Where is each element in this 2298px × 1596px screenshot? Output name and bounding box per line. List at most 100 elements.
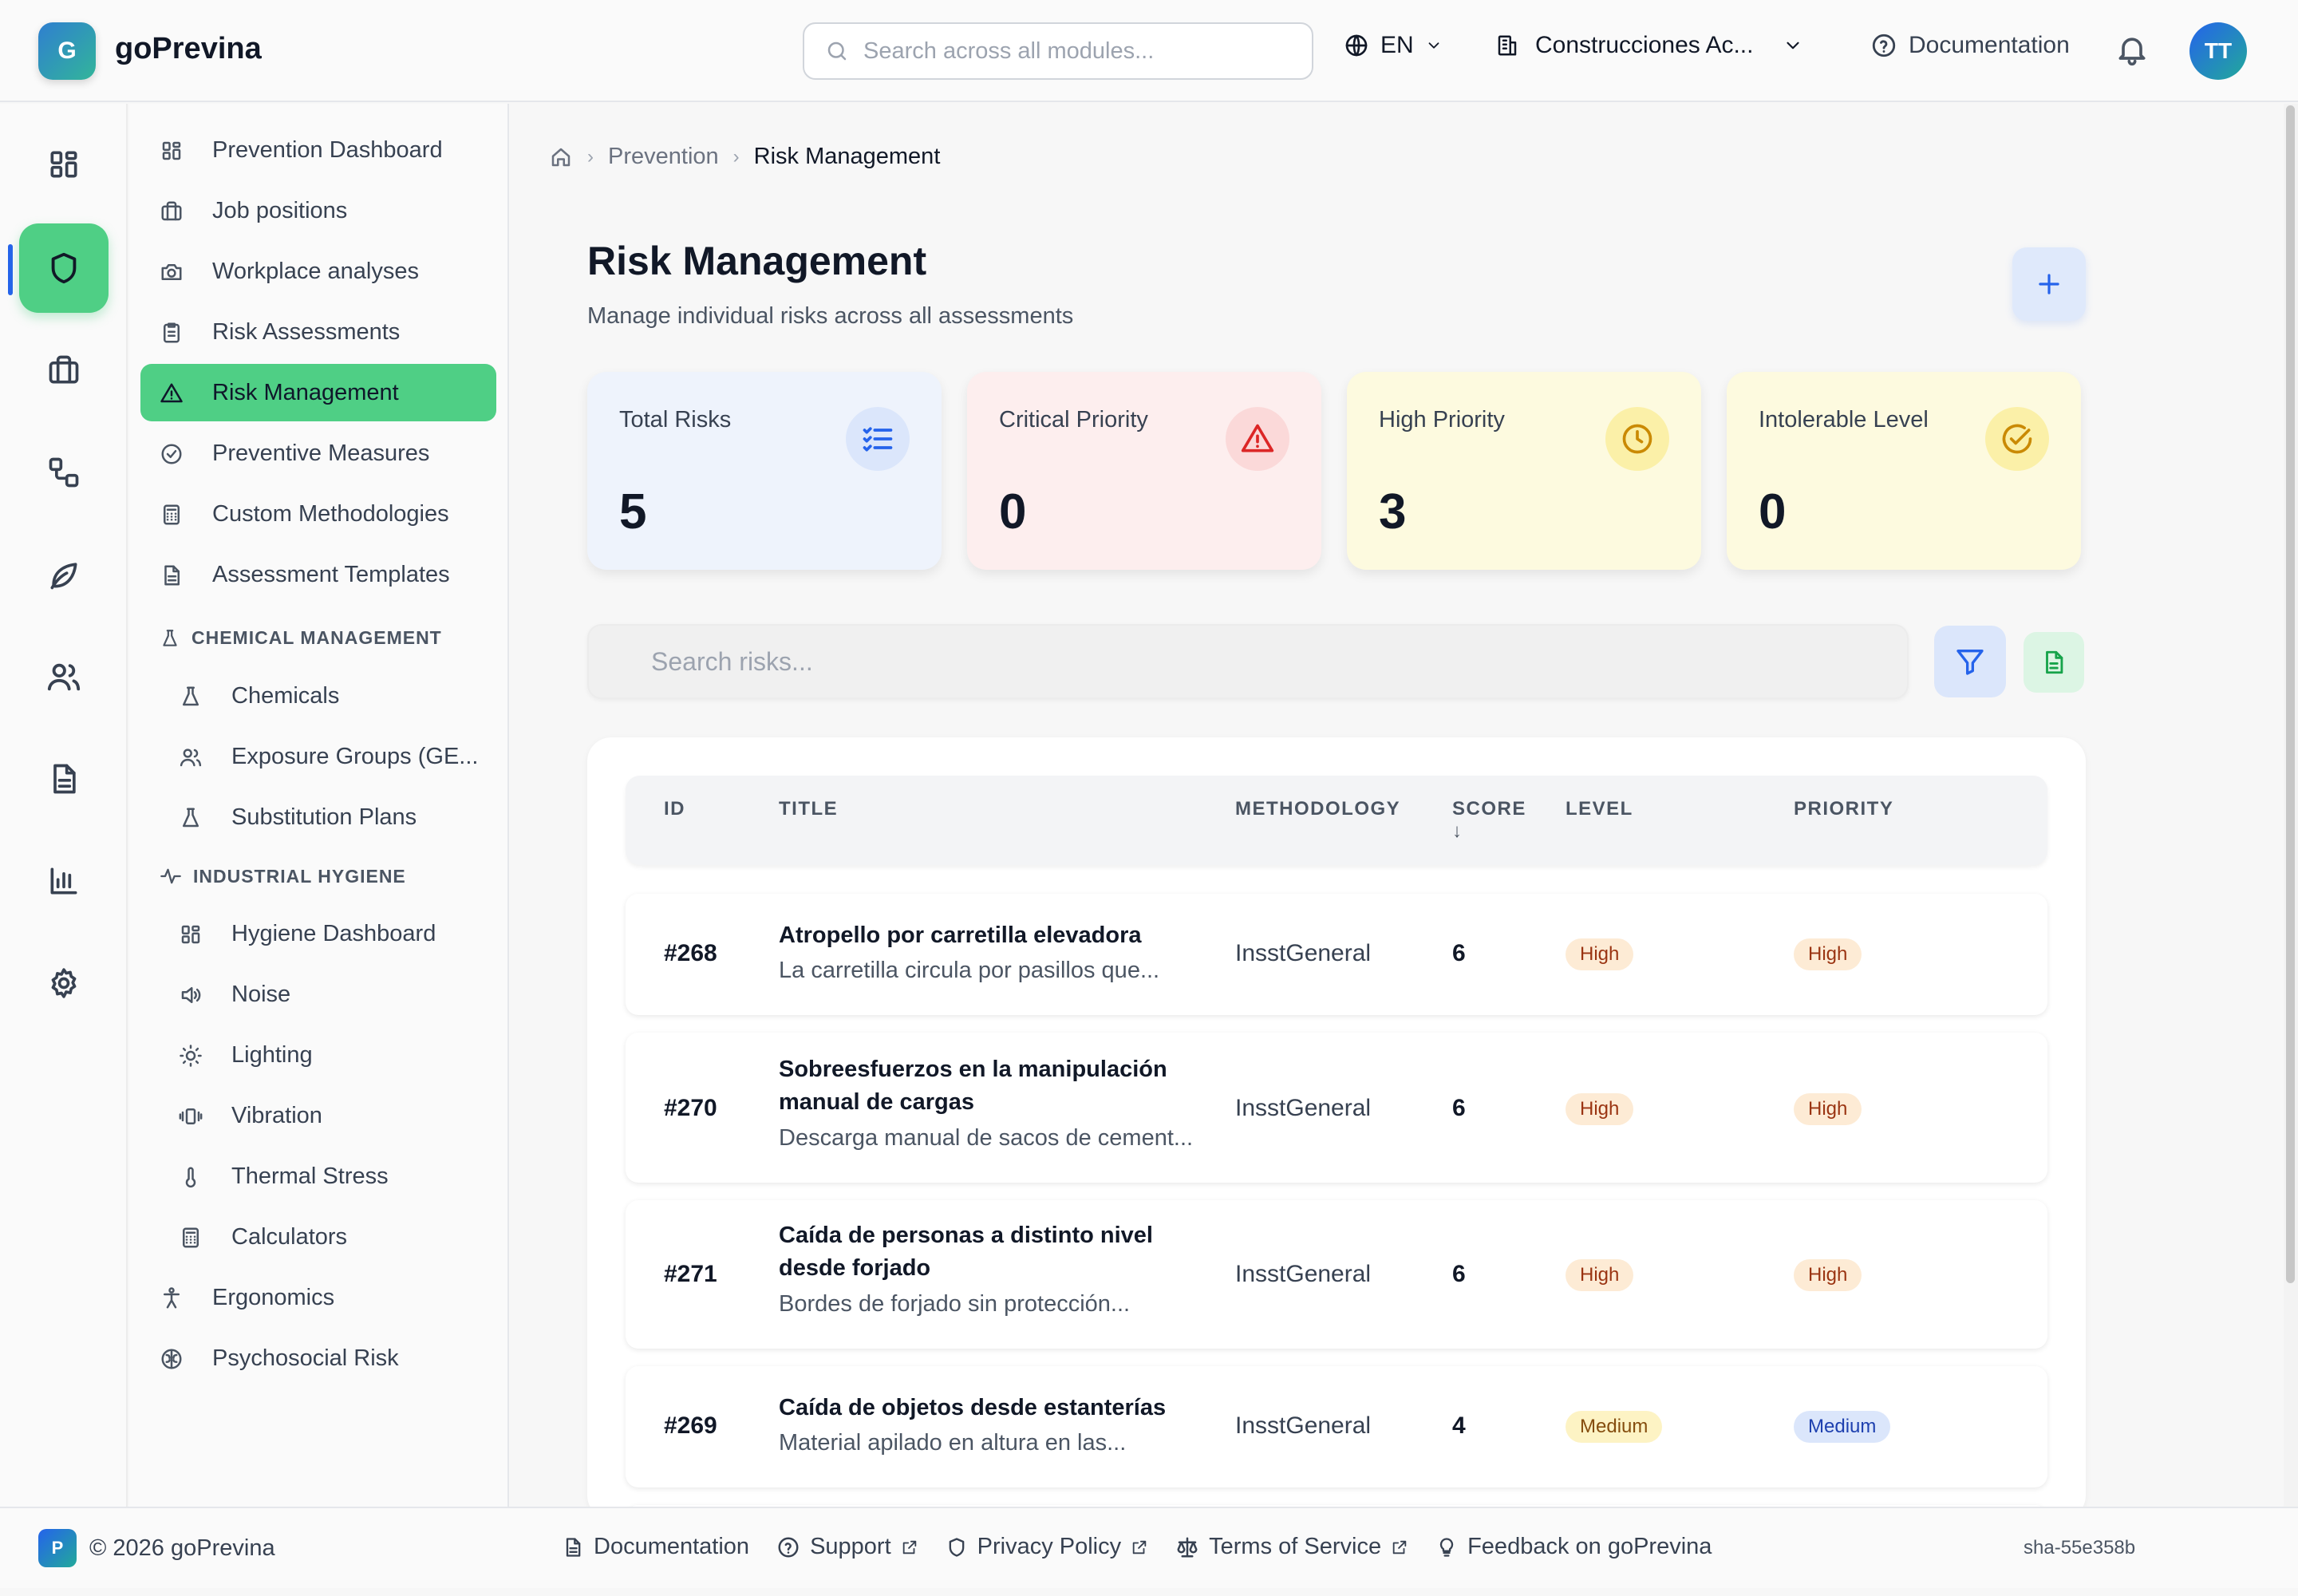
clock-icon (1605, 407, 1669, 471)
global-search-input[interactable] (863, 38, 1278, 65)
rail-settings[interactable] (19, 938, 109, 1028)
filter-button[interactable] (1934, 626, 2006, 697)
risk-search[interactable] (587, 624, 1909, 699)
rail-workplaces[interactable] (19, 326, 109, 415)
sidebar-item-preventive-measures[interactable]: Preventive Measures (140, 425, 496, 482)
export-button[interactable] (2024, 632, 2084, 693)
sidebar-item-substitution-plans[interactable]: Substitution Plans (140, 788, 496, 846)
footer: P © 2026 goPrevina Documentation Support… (0, 1507, 2298, 1588)
sidebar-item-risk-assessments[interactable]: Risk Assessments (140, 303, 496, 361)
global-search[interactable] (803, 22, 1313, 80)
notifications-button[interactable] (2114, 32, 2150, 67)
sidebar-item-label: Substitution Plans (231, 804, 417, 830)
risk-description: La carretilla circula por pasillos que..… (779, 958, 1160, 983)
rail-environment[interactable] (19, 530, 109, 619)
sidebar-item-prevention-dashboard[interactable]: Prevention Dashboard (140, 121, 496, 179)
main-content: › Prevention › Risk Management Risk Mana… (511, 104, 2287, 1519)
language-label: EN (1380, 32, 1414, 58)
table-row[interactable]: #269 Caída de objetos desde estanterías … (626, 1366, 2047, 1487)
flask-icon (163, 629, 177, 646)
user-avatar[interactable]: TT (2189, 22, 2247, 80)
rail-people[interactable] (19, 632, 109, 721)
sidebar-item-ergonomics[interactable]: Ergonomics (140, 1269, 496, 1326)
risk-description: Bordes de forjado sin protección... (779, 1291, 1131, 1317)
documentation-link[interactable]: Documentation (1870, 32, 2070, 59)
sidebar-item-label: Calculators (231, 1223, 348, 1250)
table-row[interactable]: #268 Atropello por carretilla elevadora … (626, 894, 2047, 1015)
column-header-title[interactable]: TITLE (779, 798, 838, 820)
scrollbar-thumb[interactable] (2286, 105, 2295, 1283)
level-badge: High (1566, 1093, 1634, 1125)
rail-dashboard[interactable] (19, 120, 109, 209)
footer-logo: P (38, 1529, 77, 1567)
footer-link-documentation[interactable]: Documentation (562, 1534, 749, 1560)
table-row[interactable]: #270 Sobreesfuerzos en la manipulación m… (626, 1033, 2047, 1183)
risk-methodology: InsstGeneral (1235, 940, 1372, 966)
breadcrumb-current: Risk Management (753, 144, 941, 169)
active-module-marker (8, 244, 13, 295)
external-link-icon (1132, 1540, 1147, 1554)
risk-search-input[interactable] (651, 646, 1848, 677)
sidebar-item-label: Noise (231, 981, 291, 1007)
sidebar-item-label: Exposure Groups (GE... (231, 743, 479, 769)
rail-workflows[interactable] (19, 428, 109, 517)
sidebar-item-workplace-analyses[interactable]: Workplace analyses (140, 243, 496, 300)
rail-documents[interactable] (19, 734, 109, 824)
warning-icon (1226, 407, 1289, 471)
sidebar-item-exposure-groups[interactable]: Exposure Groups (GE... (140, 728, 496, 785)
sidebar-item-risk-management[interactable]: Risk Management (140, 364, 496, 421)
sidebar-item-thermal-stress[interactable]: Thermal Stress (140, 1148, 496, 1205)
stat-value: 5 (619, 484, 647, 539)
column-header-id[interactable]: ID (664, 798, 685, 820)
risk-title: Caída de personas a distinto nivel desde… (779, 1223, 1153, 1281)
column-header-methodology[interactable]: METHODOLOGY (1235, 798, 1400, 820)
footer-link-privacy-policy[interactable]: Privacy Policy (946, 1534, 1149, 1560)
footer-link-feedback[interactable]: Feedback on goPrevina (1435, 1534, 1712, 1560)
page-subtitle: Manage individual risks across all asses… (587, 303, 1074, 329)
sidebar-item-vibration[interactable]: Vibration (140, 1087, 496, 1144)
footer-link-label: Support (810, 1534, 891, 1559)
footer-links: Documentation Support Privacy Policy Ter… (562, 1534, 1712, 1560)
plus-icon (2039, 274, 2059, 294)
risk-score: 6 (1452, 1261, 1466, 1287)
risk-id: #269 (664, 1412, 717, 1439)
risk-description: Material apilado en altura en las... (779, 1430, 1127, 1456)
sidebar-item-job-positions[interactable]: Job positions (140, 182, 496, 239)
home-icon[interactable] (549, 145, 573, 169)
risk-score: 6 (1452, 940, 1466, 966)
sidebar-item-assessment-templates[interactable]: Assessment Templates (140, 546, 496, 603)
briefcase-icon (49, 355, 79, 384)
sidebar-item-custom-methodologies[interactable]: Custom Methodologies (140, 485, 496, 543)
add-risk-button[interactable] (2012, 247, 2086, 321)
top-bar: G goPrevina EN Construcciones Ac... Docu… (0, 0, 2298, 102)
sidebar-item-lighting[interactable]: Lighting (140, 1026, 496, 1084)
app-logo[interactable]: G (38, 22, 96, 80)
breadcrumb-prevention[interactable]: Prevention (608, 144, 719, 170)
language-selector[interactable]: EN (1344, 32, 1443, 59)
risk-id: #268 (664, 940, 717, 966)
sidebar-item-hygiene-dashboard[interactable]: Hygiene Dashboard (140, 905, 496, 962)
rail-reports[interactable] (19, 836, 109, 926)
risk-score: 6 (1452, 1095, 1466, 1121)
flask-icon (183, 808, 199, 828)
column-header-priority[interactable]: PRIORITY (1794, 798, 1893, 820)
organization-selector[interactable]: Construcciones Ac... (1495, 32, 1803, 59)
column-header-score[interactable]: SCORE (1452, 798, 1526, 820)
sort-desc-icon[interactable]: ↓ (1452, 820, 1463, 843)
search-icon (827, 41, 847, 61)
sidebar-item-psychosocial-risk[interactable]: Psychosocial Risk (140, 1329, 496, 1387)
app-name[interactable]: goPrevina (115, 32, 262, 66)
sidebar-item-label: Vibration (231, 1102, 322, 1128)
footer-link-support[interactable]: Support (776, 1534, 918, 1560)
sidebar-item-label: Risk Management (212, 379, 399, 405)
column-header-level[interactable]: LEVEL (1566, 798, 1633, 820)
sidebar-item-chemicals[interactable]: Chemicals (140, 667, 496, 725)
stat-value: 0 (999, 484, 1027, 539)
sidebar-item-noise[interactable]: Noise (140, 966, 496, 1023)
stat-value: 3 (1379, 484, 1407, 539)
rail-prevention[interactable] (19, 223, 109, 313)
sidebar-item-calculators[interactable]: Calculators (140, 1208, 496, 1266)
risk-title: Caída de objetos desde estanterías (779, 1395, 1167, 1420)
table-row[interactable]: #271 Caída de personas a distinto nivel … (626, 1200, 2047, 1349)
footer-link-terms-of-service[interactable]: Terms of Service (1175, 1534, 1408, 1560)
